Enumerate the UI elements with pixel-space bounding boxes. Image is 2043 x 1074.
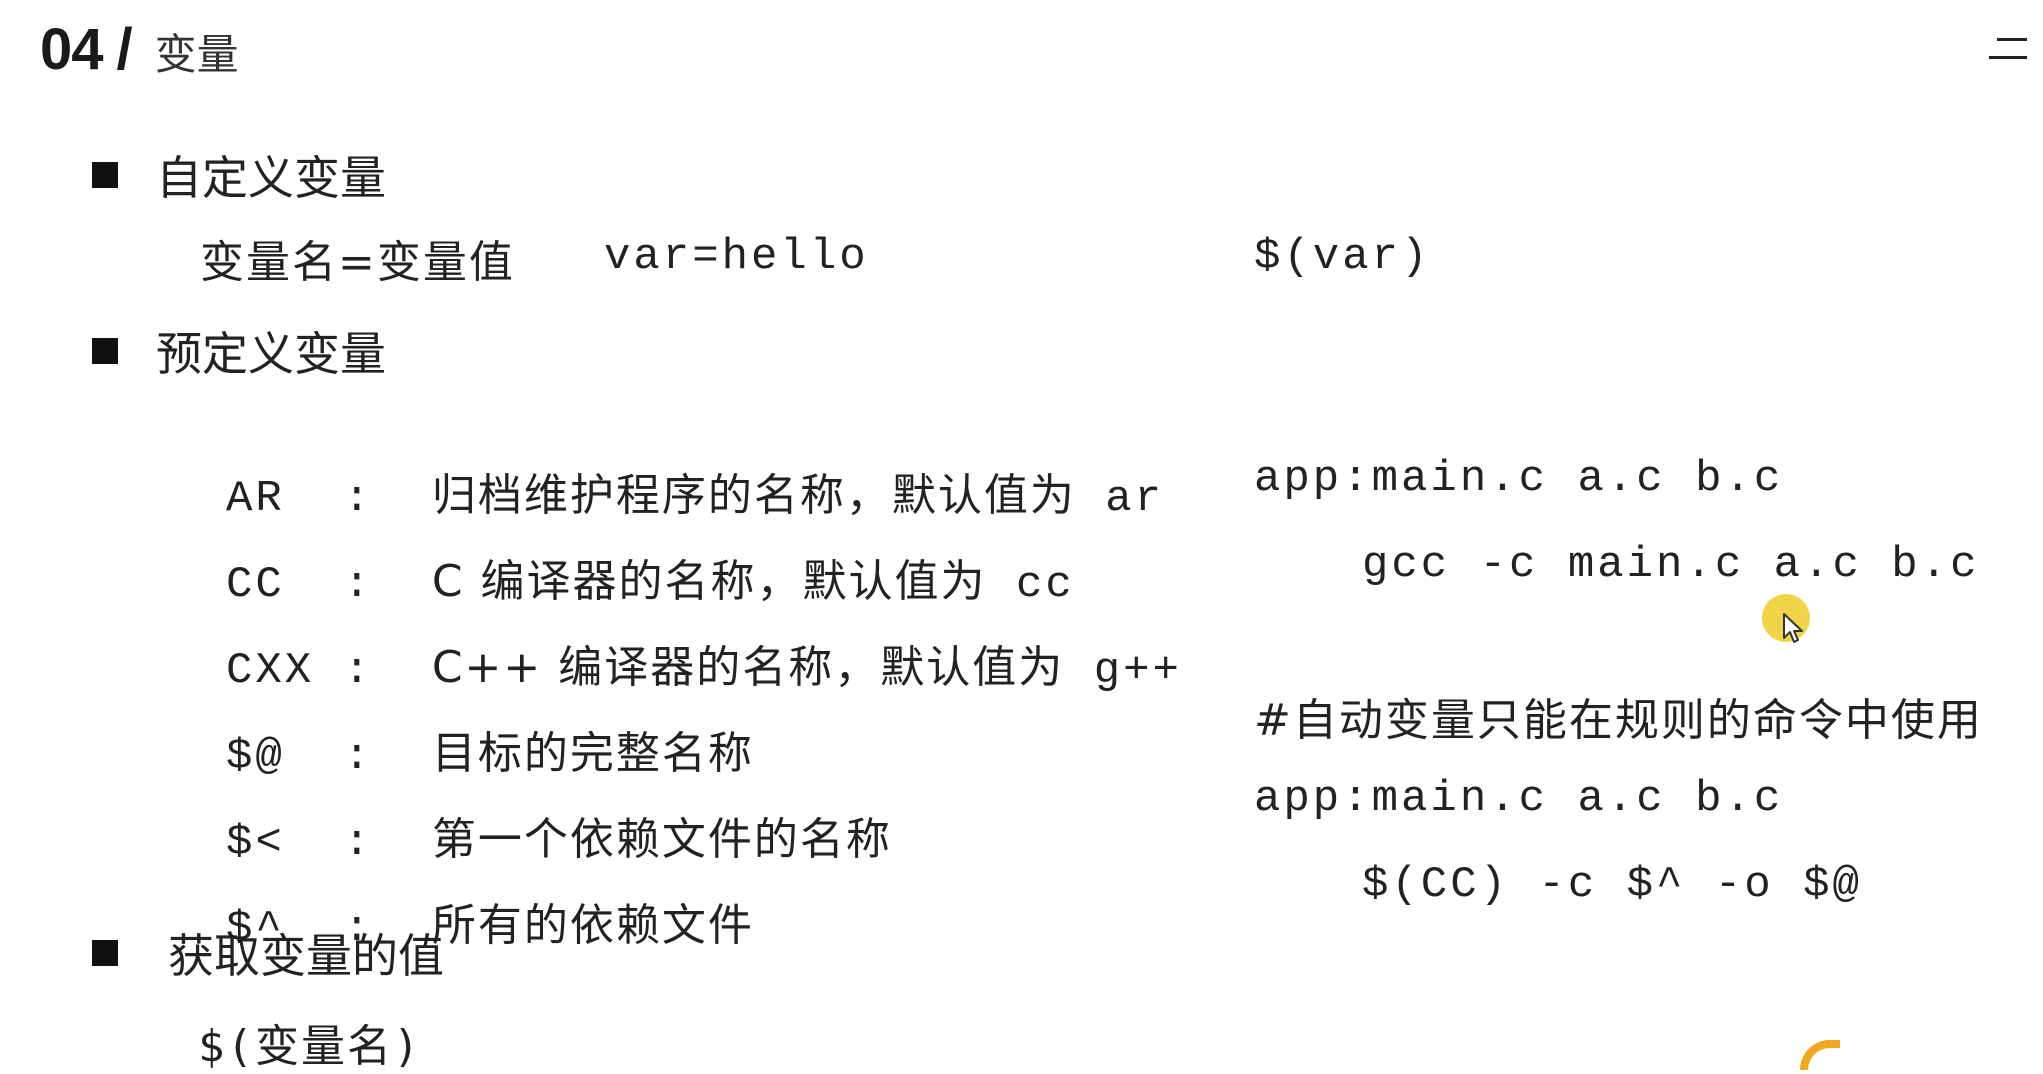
menu-icon-bar-bottom [1989, 56, 2027, 59]
automatic-vars-comment: #自动变量只能在规则的命令中使用 [1254, 695, 1983, 746]
bullet-square-icon [92, 338, 118, 364]
get-value-syntax: $(变量名) [198, 1021, 422, 1072]
bullet-get-value: 获取变量的值 [92, 920, 444, 986]
bullet-heading: 预定义变量 [156, 327, 386, 381]
logo-mark-icon [1800, 1040, 1840, 1070]
mouse-cursor-icon [1762, 594, 1812, 644]
bullet-custom-vars: 自定义变量 [92, 142, 386, 208]
cursor-arrow-icon [1783, 613, 1803, 643]
bullet-heading: 获取变量的值 [168, 929, 444, 983]
rule2-target-line: app:main.c a.c b.c [1254, 774, 1784, 824]
predefined-var-desc: 所有的依赖文件 [431, 900, 754, 951]
bullet-heading: 自定义变量 [156, 151, 386, 205]
rule2-command-line: $(CC) -c $^ -o $@ [1362, 860, 1862, 910]
section-title: 变量 [154, 30, 239, 79]
section-separator: / [116, 17, 133, 82]
brand-logo [1800, 1040, 1858, 1070]
bullet-square-icon [92, 940, 118, 966]
section-number: 04 [40, 17, 104, 82]
slide-header: 04 / 变量 [40, 16, 239, 83]
bullet-predefined-vars: 预定义变量 [92, 318, 386, 384]
var-reference-example: $(var) [1254, 232, 1431, 282]
rule1-command-line: gcc -c main.c a.c b.c [1362, 540, 1980, 590]
var-definition-syntax: 变量名=变量值 [200, 237, 515, 288]
rule1-target-line: app:main.c a.c b.c [1254, 454, 1784, 504]
menu-icon[interactable] [1989, 38, 2027, 62]
predefined-var-default: ar [1105, 474, 1165, 524]
bullet-square-icon [92, 162, 118, 188]
menu-icon-bar-top [1997, 38, 2027, 41]
var-definition-example: var=hello [604, 232, 869, 282]
predefined-var-default: g++ [1093, 646, 1182, 696]
